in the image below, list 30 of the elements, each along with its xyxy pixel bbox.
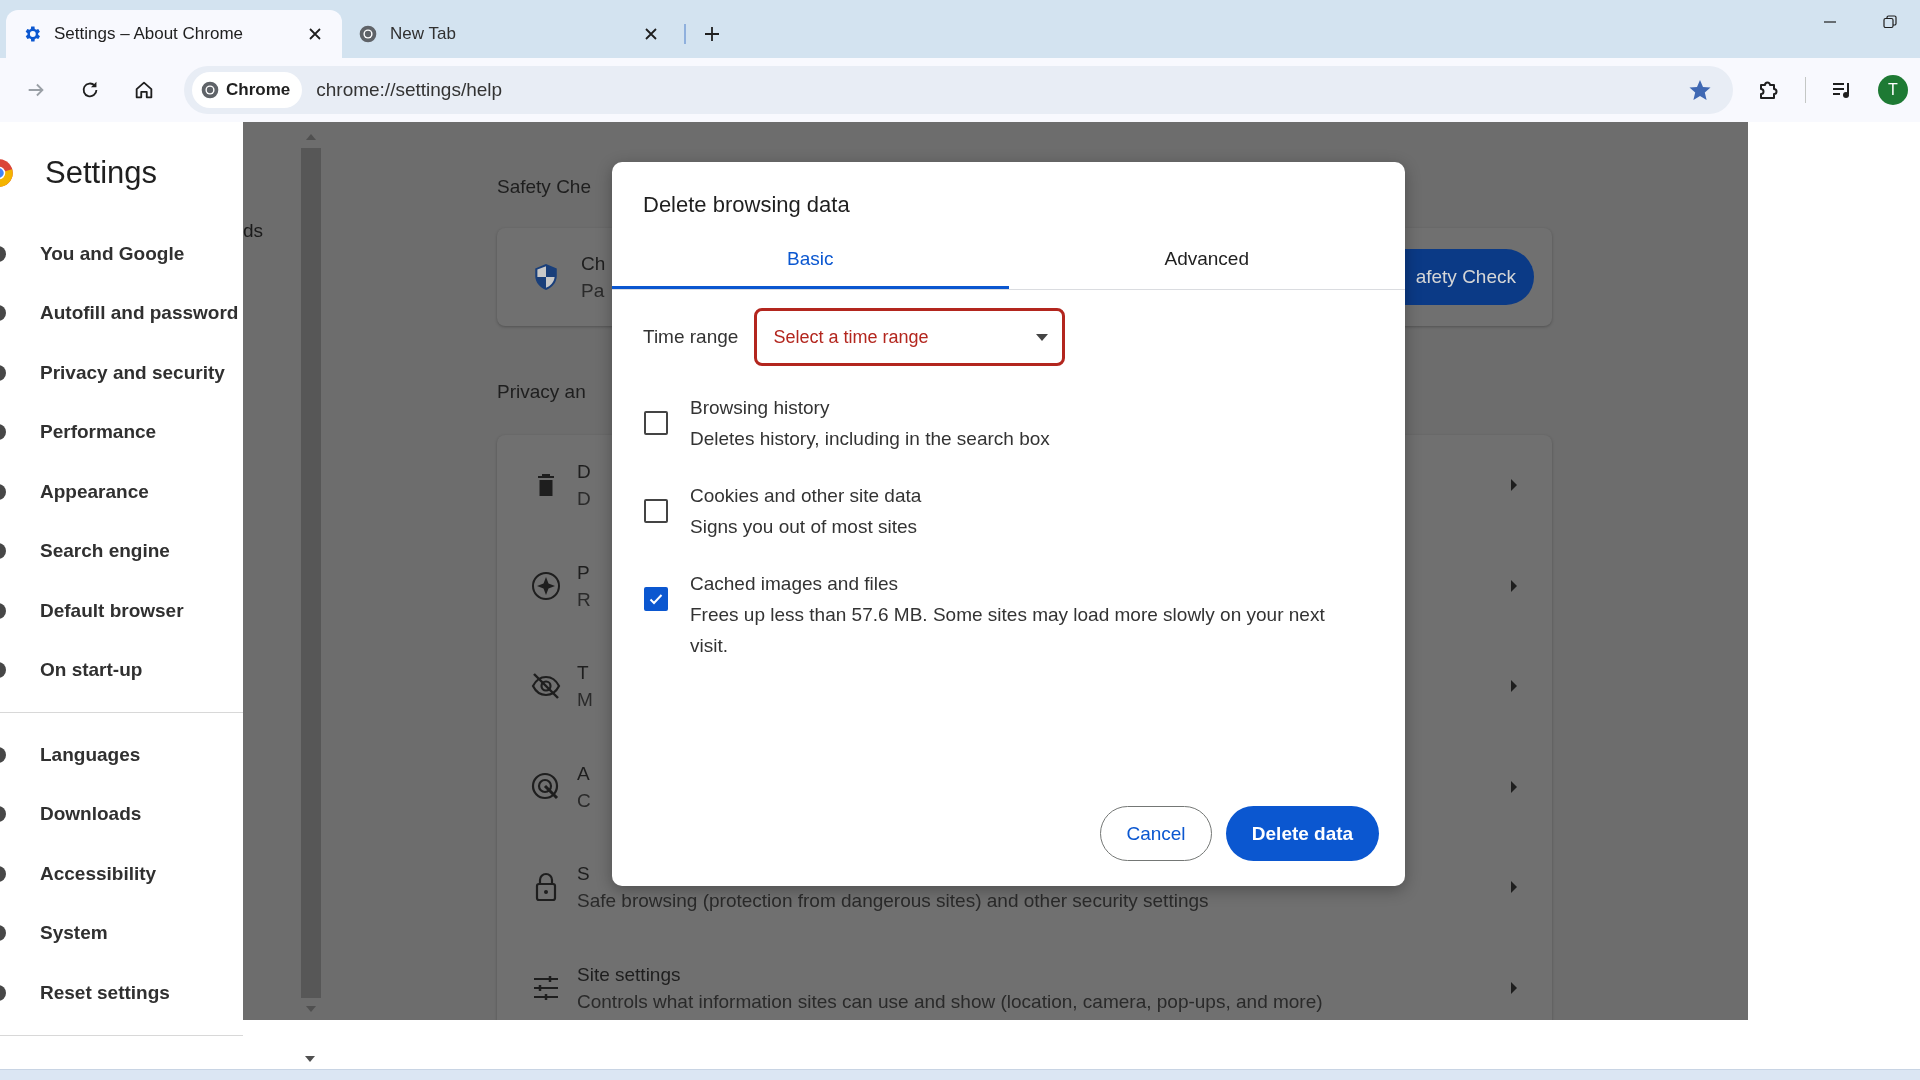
tab-title: New Tab [390,24,457,44]
option-title: Cached images and files [690,572,900,596]
row-title: D [577,460,591,485]
section-heading: Privacy an [497,380,587,404]
row-subtitle: Safe browsing (protection from dangerous sites) and other security settings [577,889,1209,914]
field-label: Time range [643,326,739,348]
row-title: S [577,862,591,887]
dialog-title: Delete browsing data [642,191,851,219]
row-title: A [577,761,591,786]
option-description: Frees up less than 57.6 MB. Some sites may load more slowly on your next visit. [690,603,1326,658]
row-subtitle: D [577,487,591,512]
option-description: Deletes history, including in the search box [690,427,1051,451]
row-subtitle: C [577,788,591,813]
row-title: Site settings [577,962,682,987]
option-title: Cookies and other site data [690,484,923,508]
section-heading: Safety Che [497,175,592,199]
option-description: Signs you out of most sites [690,515,919,539]
row-subtitle: R [577,587,591,612]
page-text: ds [243,219,265,243]
row-title: P [577,560,591,585]
option-title: Browsing history [690,396,831,420]
row-subtitle: Controls what information sites can use and show (location, camera, pop-ups, and more) [577,989,1323,1014]
settings-title: Settings [45,155,157,191]
row-subtitle: M [577,688,593,713]
row-title: Ch [581,252,606,276]
chip-label: Chrome [226,80,291,100]
tab-title: Settings – About Chrome [54,24,244,44]
row-subtitle: Pa [581,279,606,303]
row-title: T [577,661,590,686]
url-text: chrome://settings/help [316,79,503,101]
